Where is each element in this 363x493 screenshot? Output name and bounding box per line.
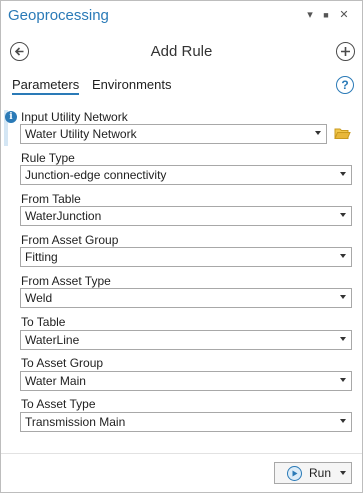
pane-titlebar: Geoprocessing ▾ ■ ✕ [1,1,362,31]
param-label-input-utility-network: Input Utility Network [21,110,128,124]
tab-parameters[interactable]: Parameters [12,77,80,95]
footer-divider [1,453,362,454]
tool-title: Add Rule [150,43,213,60]
param-label-from-table: From Table [21,192,81,206]
param-label-rule-type: Rule Type [21,151,75,165]
select-value: Weld [25,291,53,305]
chevron-down-icon [340,337,346,341]
select-value: WaterJunction [25,209,102,223]
play-icon [292,470,298,477]
to-asset-type-select[interactable]: Transmission Main [20,412,352,432]
param-label-to-asset-type: To Asset Type [21,397,96,411]
select-value: Fitting [25,250,58,264]
to-asset-group-select[interactable]: Water Main [20,371,352,391]
chevron-down-icon [340,378,346,382]
run-label: Run [309,466,332,480]
select-value: WaterLine [25,333,80,347]
info-icon[interactable]: i [5,111,17,123]
chevron-down-icon [340,172,346,176]
select-value: Junction-edge connectivity [25,168,167,182]
param-label-from-asset-type: From Asset Type [21,274,111,288]
select-value: Water Utility Network [25,127,137,141]
chevron-down-icon [340,295,346,299]
help-icon[interactable]: ? [336,76,354,94]
from-asset-type-select[interactable]: Weld [20,288,352,308]
pane-title: Geoprocessing [8,7,109,24]
chevron-down-icon [340,419,346,423]
chevron-down-icon [340,254,346,258]
chevron-down-icon [315,131,321,135]
from-table-select[interactable]: WaterJunction [20,206,352,226]
tool-header: Add Rule [1,37,362,67]
input-utility-network-select[interactable]: Water Utility Network [20,124,327,144]
param-label-to-table: To Table [21,315,66,329]
param-label-to-asset-group: To Asset Group [21,356,104,370]
select-value: Water Main [25,374,86,388]
geoprocessing-pane: Geoprocessing ▾ ■ ✕ Add Rule Parameters … [0,0,363,493]
add-button[interactable] [336,42,355,61]
close-icon[interactable]: ✕ [337,8,351,22]
plus-icon [341,47,350,56]
to-table-select[interactable]: WaterLine [20,330,352,350]
chevron-down-icon [340,213,346,217]
from-asset-group-select[interactable]: Fitting [20,247,352,267]
run-button[interactable]: Run [274,462,352,484]
select-value: Transmission Main [25,415,126,429]
folder-icon[interactable] [334,126,351,140]
rule-type-select[interactable]: Junction-edge connectivity [20,165,352,185]
run-icon [287,466,302,481]
param-label-from-asset-group: From Asset Group [21,233,119,247]
tab-environments[interactable]: Environments [92,77,171,92]
auto-hide-icon[interactable]: ■ [319,8,333,22]
run-options-chevron-icon[interactable] [340,471,346,475]
pane-options-icon[interactable]: ▾ [303,8,317,22]
